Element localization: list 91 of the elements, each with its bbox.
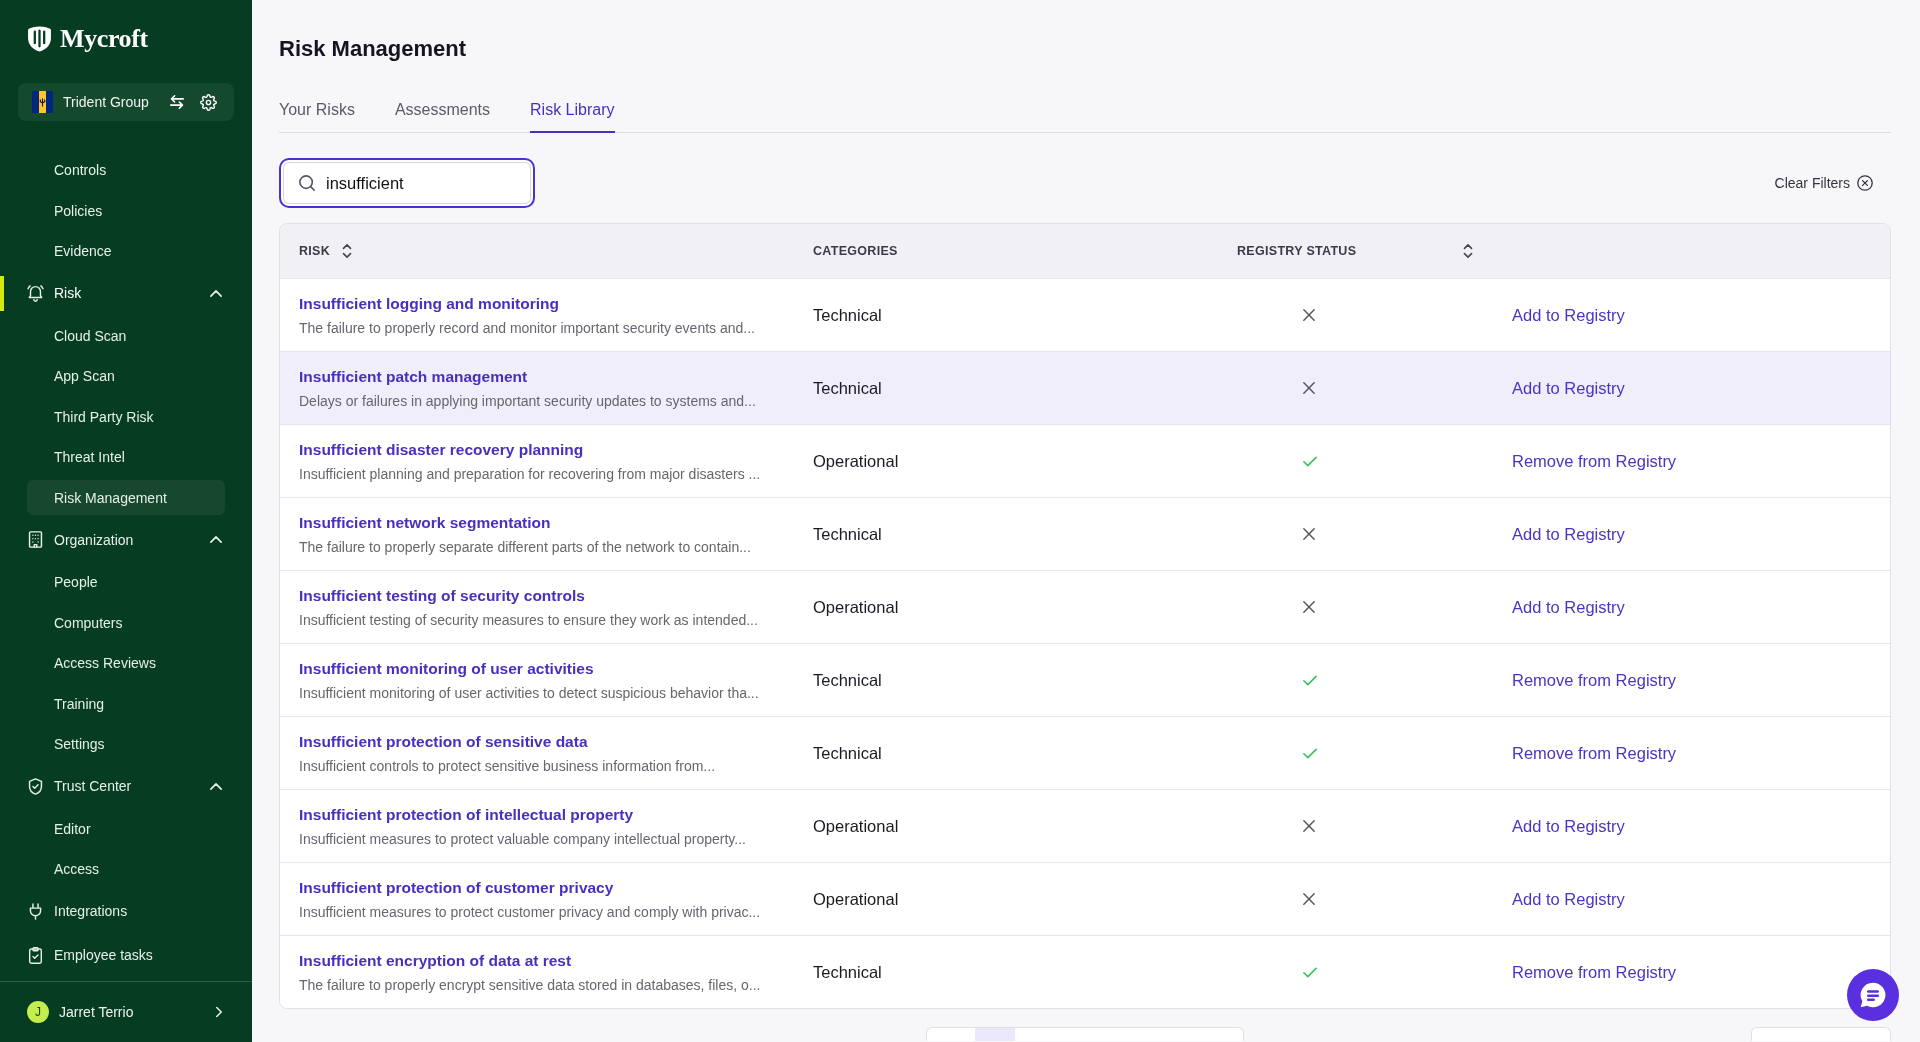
nav-subitem[interactable]: Cloud Scan (27, 318, 225, 353)
flag-icon (32, 91, 53, 113)
category-text: Technical (813, 524, 882, 544)
risk-description: The failure to properly separate different parts of the network to contain... (299, 537, 751, 556)
nav-subitem[interactable]: Editor (27, 811, 225, 846)
building-icon (27, 531, 44, 549)
active-indicator (0, 275, 4, 311)
risk-title-link[interactable]: Insufficient testing of security controls (299, 585, 585, 606)
sort-icon[interactable] (342, 244, 353, 258)
registry-action-link[interactable]: Add to Registry (1512, 816, 1625, 836)
nav-item[interactable]: Employee tasks (0, 933, 252, 978)
risk-title-link[interactable]: Insufficient protection of sensitive data (299, 731, 588, 752)
risk-description: Insufficient monitoring of user activities to detect suspicious behavior tha... (299, 683, 759, 702)
organization-name: Trident Group (63, 94, 150, 110)
risk-description: Insufficient measures to protect customer privacy and comply with privac... (299, 902, 761, 921)
nav-subitem[interactable]: Training (27, 686, 225, 721)
tab[interactable]: Risk Library (530, 90, 615, 133)
nav-section[interactable]: Organization (0, 517, 252, 562)
column-header: CATEGORIES (813, 244, 898, 258)
category-text: Operational (813, 451, 899, 471)
risk-title-link[interactable]: Insufficient protection of intellectual property (299, 804, 634, 825)
nav-subitem[interactable]: Risk Management (27, 480, 225, 515)
category-text: Technical (813, 962, 882, 982)
risk-title-link[interactable]: Insufficient network segmentation (299, 512, 551, 533)
chat-button[interactable] (1847, 969, 1899, 1021)
category-text: Technical (813, 378, 882, 398)
nav-subitem[interactable]: Settings (27, 726, 225, 762)
risk-description: The failure to properly encrypt sensitive data stored in databases, files, o... (299, 975, 761, 994)
column-header: REGISTRY STATUS (1237, 244, 1357, 258)
brand-name: Mycroft (60, 26, 148, 52)
swap-icon[interactable] (170, 95, 184, 109)
tab[interactable]: Assessments (394, 90, 491, 133)
user-name: Jarret Terrio (59, 1004, 135, 1020)
risk-description: The failure to properly record and monitor important security events and... (299, 318, 755, 337)
risk-title-link[interactable]: Insufficient encryption of data at rest (299, 950, 572, 971)
risk-title-link[interactable]: Insufficient disaster recovery planning (299, 439, 584, 460)
plug-icon (27, 902, 44, 920)
tab[interactable]: Your Risks (279, 90, 355, 133)
page-title: Risk Management (279, 35, 468, 63)
search-icon (299, 175, 315, 191)
column-header: RISK (299, 244, 331, 258)
settings-icon[interactable] (200, 93, 217, 111)
nav-subitem[interactable]: Access (27, 851, 225, 887)
nav-subitem[interactable]: Computers (27, 605, 225, 640)
registry-action-link[interactable]: Add to Registry (1512, 597, 1625, 617)
clipboard-check-icon (27, 946, 44, 964)
registry-action-link[interactable]: Remove from Registry (1512, 743, 1677, 763)
nav-subitem[interactable]: People (27, 564, 225, 600)
risk-title-link[interactable]: Insufficient monitoring of user activities (299, 658, 594, 679)
registry-action-link[interactable]: Remove from Registry (1512, 962, 1677, 982)
nav-subitem[interactable]: Access Reviews (27, 645, 225, 681)
shield-logo-icon (27, 26, 52, 52)
risk-title-link[interactable]: Insufficient patch management (299, 366, 528, 387)
registry-action-link[interactable]: Add to Registry (1512, 524, 1625, 544)
sort-icon[interactable] (1463, 244, 1473, 258)
registry-action-link[interactable]: Remove from Registry (1512, 451, 1677, 471)
nav-subitem[interactable]: Threat Intel (27, 439, 225, 475)
user-avatar: J (27, 1001, 49, 1023)
risk-description: Insufficient testing of security measures to ensure they work as intended... (299, 610, 758, 629)
bell-icon (27, 284, 44, 302)
category-text: Operational (813, 889, 899, 909)
registry-action-link[interactable]: Add to Registry (1512, 889, 1625, 909)
chat-bubble-icon (1860, 982, 1886, 1008)
category-text: Operational (813, 816, 899, 836)
nav-subitem[interactable]: App Scan (27, 358, 225, 394)
category-text: Technical (813, 305, 882, 325)
nav-section[interactable]: Risk (0, 271, 252, 316)
organization-switcher[interactable]: Trident Group (18, 83, 234, 121)
risk-title-link[interactable]: Insufficient logging and monitoring (299, 293, 560, 314)
nav-item[interactable]: Integrations (0, 889, 252, 934)
shield-check-icon (27, 777, 44, 795)
category-text: Technical (813, 743, 882, 763)
risk-description: Delays or failures in applying important security updates to systems and... (299, 391, 756, 410)
category-text: Technical (813, 670, 882, 690)
registry-action-link[interactable]: Add to Registry (1512, 378, 1625, 398)
risk-description: Insufficient controls to protect sensitive business information from... (299, 756, 716, 775)
search-field[interactable]: insufficient (279, 158, 535, 208)
risk-title-link[interactable]: Insufficient protection of customer privacy (299, 877, 614, 898)
nav-section[interactable]: Trust Center (0, 764, 252, 809)
clear-filters-button[interactable]: Clear Filters (1774, 175, 1873, 191)
nav-subitem[interactable]: Third Party Risk (27, 399, 225, 434)
nav-subitem[interactable]: Evidence (27, 233, 225, 269)
nav-subitem[interactable]: Controls (27, 152, 225, 188)
registry-action-link[interactable]: Add to Registry (1512, 305, 1625, 325)
risk-description: Insufficient planning and preparation for recovering from major disasters ... (299, 464, 761, 483)
category-text: Operational (813, 597, 899, 617)
risk-description: Insufficient measures to protect valuable company intellectual property... (299, 829, 746, 848)
chevron-right-icon[interactable] (216, 1006, 222, 1018)
nav-subitem[interactable]: Policies (27, 193, 225, 228)
registry-action-link[interactable]: Remove from Registry (1512, 670, 1677, 690)
close-circle-icon (1857, 175, 1873, 191)
